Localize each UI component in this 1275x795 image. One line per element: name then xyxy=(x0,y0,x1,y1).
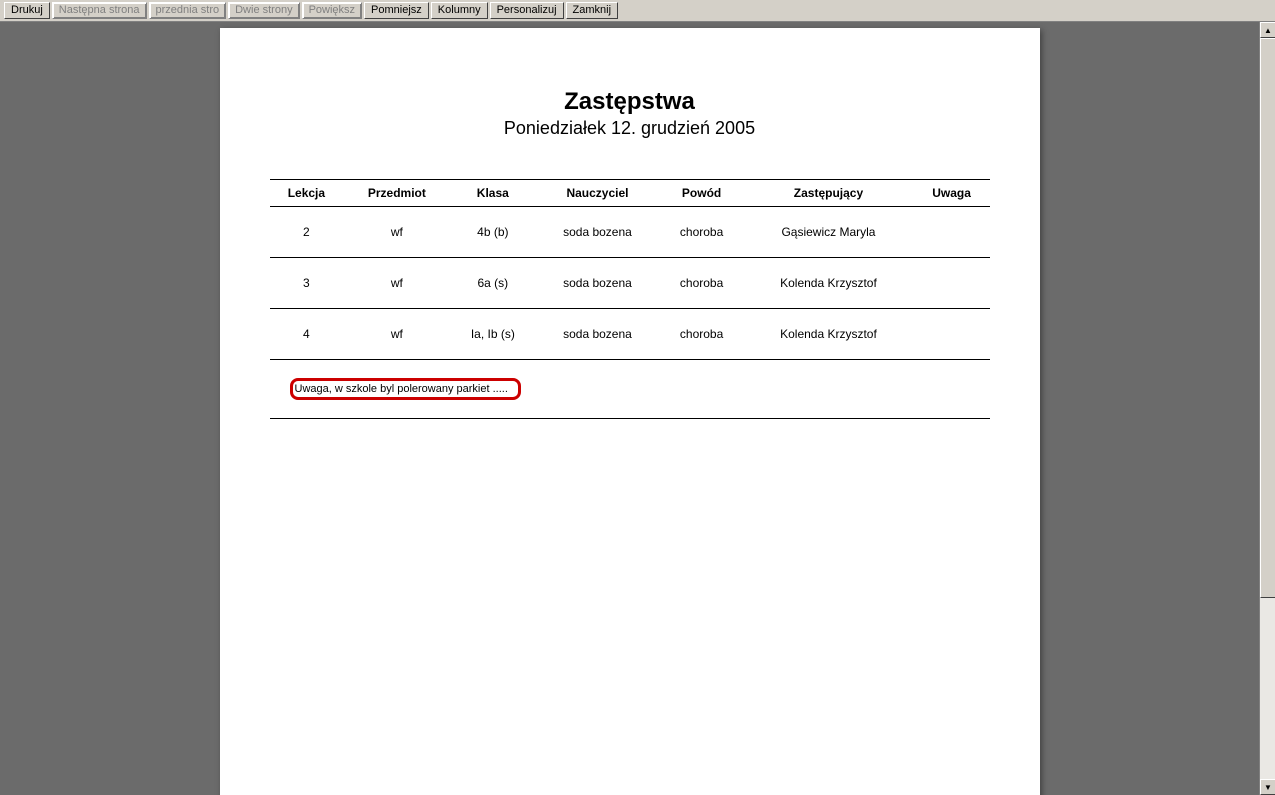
columns-button[interactable]: Kolumny xyxy=(431,2,488,19)
cell-subject: wf xyxy=(343,258,450,309)
col-lesson: Lekcja xyxy=(270,180,344,207)
cell-subject: wf xyxy=(343,309,450,360)
cell-substitute: Kolenda Krzysztof xyxy=(743,309,913,360)
footer-note-highlight: Uwaga, w szkole byl polerowany parkiet .… xyxy=(290,378,521,400)
cell-lesson: 2 xyxy=(270,207,344,258)
footer-note-text: Uwaga, w szkole byl polerowany parkiet .… xyxy=(295,383,508,395)
col-reason: Powód xyxy=(660,180,744,207)
col-teacher: Nauczyciel xyxy=(535,180,660,207)
table-header-row: Lekcja Przedmiot Klasa Nauczyciel Powód … xyxy=(270,180,990,207)
cell-lesson: 4 xyxy=(270,309,344,360)
cell-note xyxy=(914,309,990,360)
cell-teacher: soda bozena xyxy=(535,309,660,360)
two-pages-button: Dwie strony xyxy=(228,2,299,19)
next-page-button: Następna strona xyxy=(52,2,147,19)
cell-subject: wf xyxy=(343,207,450,258)
cell-reason: choroba xyxy=(660,207,744,258)
scroll-thumb[interactable] xyxy=(1260,38,1275,598)
toolbar: Drukuj Następna strona przednia stro Dwi… xyxy=(0,0,1275,22)
zoom-in-button: Powiększ xyxy=(302,2,362,19)
scroll-down-button[interactable]: ▼ xyxy=(1260,779,1275,795)
cell-lesson: 3 xyxy=(270,258,344,309)
table-row: 2 wf 4b (b) soda bozena choroba Gąsiewic… xyxy=(270,207,990,258)
close-button[interactable]: Zamknij xyxy=(566,2,619,19)
cell-substitute: Kolenda Krzysztof xyxy=(743,258,913,309)
preview-workspace: Zastępstwa Poniedziałek 12. grudzień 200… xyxy=(0,22,1259,795)
cell-teacher: soda bozena xyxy=(535,258,660,309)
cell-teacher: soda bozena xyxy=(535,207,660,258)
zoom-out-button[interactable]: Pomniejsz xyxy=(364,2,429,19)
cell-note xyxy=(914,258,990,309)
footer-note-row: Uwaga, w szkole byl polerowany parkiet .… xyxy=(270,360,990,419)
document-title: Zastępstwa xyxy=(250,88,1010,116)
col-subject: Przedmiot xyxy=(343,180,450,207)
col-class: Klasa xyxy=(451,180,536,207)
personalize-button[interactable]: Personalizuj xyxy=(490,2,564,19)
cell-reason: choroba xyxy=(660,258,744,309)
prev-page-button: przednia stro xyxy=(149,2,227,19)
cell-note xyxy=(914,207,990,258)
cell-reason: choroba xyxy=(660,309,744,360)
document-page: Zastępstwa Poniedziałek 12. grudzień 200… xyxy=(220,28,1040,795)
document-subtitle: Poniedziałek 12. grudzień 2005 xyxy=(250,118,1010,139)
cell-class: 4b (b) xyxy=(451,207,536,258)
chevron-up-icon: ▲ xyxy=(1264,26,1272,35)
table-row: 4 wf Ia, Ib (s) soda bozena choroba Kole… xyxy=(270,309,990,360)
substitutions-table: Lekcja Przedmiot Klasa Nauczyciel Powód … xyxy=(270,179,990,419)
table-row: 3 wf 6a (s) soda bozena choroba Kolenda … xyxy=(270,258,990,309)
col-substitute: Zastępujący xyxy=(743,180,913,207)
print-button[interactable]: Drukuj xyxy=(4,2,50,19)
cell-class: 6a (s) xyxy=(451,258,536,309)
vertical-scrollbar[interactable]: ▲ ▼ xyxy=(1259,22,1275,795)
col-note: Uwaga xyxy=(914,180,990,207)
chevron-down-icon: ▼ xyxy=(1264,783,1272,792)
cell-class: Ia, Ib (s) xyxy=(451,309,536,360)
cell-substitute: Gąsiewicz Maryla xyxy=(743,207,913,258)
scroll-up-button[interactable]: ▲ xyxy=(1260,22,1275,38)
